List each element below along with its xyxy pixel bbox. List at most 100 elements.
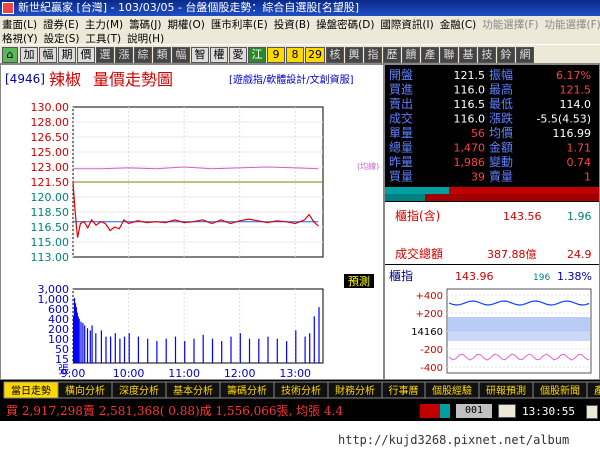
toolbar-button-23[interactable]: 基	[459, 47, 477, 63]
volume-bar-27	[193, 338, 195, 363]
toolbar-button-18[interactable]: 指	[364, 47, 382, 63]
price-tick-9: 115.00	[31, 236, 70, 249]
toolbar-button-14[interactable]: 8	[286, 47, 304, 63]
volume-bar-20	[128, 333, 130, 363]
toolbar-button-20[interactable]: 饋	[402, 47, 420, 63]
price-tick-1: 128.00	[31, 116, 70, 129]
volume-bar-25	[174, 336, 177, 363]
trade-summary-bar: 買 2,917,298賣 2,581,368( 0.88)成 1,556,066…	[0, 401, 600, 421]
otc-band-upper	[448, 317, 590, 331]
menu-item-1[interactable]: 證券(E)	[43, 17, 79, 32]
toolbar-button-0[interactable]: 加	[20, 47, 38, 63]
bid-ask-bar-4	[425, 194, 599, 201]
tab-2[interactable]: 深度分析	[119, 384, 159, 397]
status-block-cyan	[440, 404, 450, 418]
otc-value: 143.96	[455, 270, 494, 283]
status-slider-icon[interactable]	[498, 404, 516, 418]
menu-item-7[interactable]: 操盤密碼(D)	[316, 17, 374, 32]
otc-tick-0: +400	[416, 291, 443, 302]
tab-11[interactable]: 產業分析	[594, 384, 600, 397]
menu-item-10[interactable]: 功能選擇(F)	[482, 17, 538, 32]
price-tick-7: 118.50	[31, 206, 70, 219]
toolbar-button-22[interactable]: 聯	[440, 47, 458, 63]
toolbar-button-9[interactable]: 智	[191, 47, 209, 63]
volume-bar-33	[248, 338, 251, 363]
quote-label2-3: 漲跌	[489, 111, 513, 126]
tab-3[interactable]: 基本分析	[173, 384, 213, 397]
volume-bar-13	[95, 333, 97, 363]
quote-value-7: 39	[471, 171, 485, 184]
tab-4[interactable]: 籌碼分析	[227, 384, 267, 397]
index-pct: 1.96	[567, 210, 592, 223]
quote-value2-2: 114.0	[560, 98, 592, 111]
menu-item-4[interactable]: 期權(O)	[167, 17, 204, 32]
menu-item-3[interactable]: 籌碼(J)	[129, 17, 161, 32]
toolbar-button-25[interactable]: 鈴	[497, 47, 515, 63]
toolbar-button-1[interactable]: 幅	[39, 47, 57, 63]
price-tick-10: 113.00	[31, 251, 70, 264]
watermark-url: http://kujd3268.pixnet.net/album	[338, 433, 570, 447]
toolbar-button-12[interactable]: 江	[248, 47, 266, 63]
menu-bar: 畫面(L) 證券(E) 主力(M) 籌碼(J) 期權(O) 匯市利率(E) 投資(B) 操盤密…	[0, 16, 600, 45]
toolbar-button-10[interactable]: 權	[210, 47, 228, 63]
toolbar-button-16[interactable]: 核	[326, 47, 344, 63]
toolbar-button-26[interactable]: 網	[516, 47, 534, 63]
tab-0[interactable]: 當日走勢	[11, 384, 51, 397]
quote-value-3: 116.0	[454, 113, 486, 126]
toolbar-button-13[interactable]: 9	[267, 47, 285, 63]
status-code: 001	[456, 404, 492, 418]
tab-8[interactable]: 個股經驗	[432, 384, 472, 397]
tab-6[interactable]: 財務分析	[335, 384, 375, 397]
total-pct: 24.9	[567, 248, 592, 261]
footer: http://kujd3268.pixnet.net/album	[0, 421, 600, 450]
tab-10[interactable]: 個股新聞	[540, 384, 580, 397]
bid-ask-bar-3	[385, 194, 425, 201]
home-icon[interactable]: ⌂	[2, 47, 18, 63]
tab-7[interactable]: 行事曆	[389, 384, 419, 397]
toolbar-button-2[interactable]: 期	[58, 47, 76, 63]
toolbar-button-24[interactable]: 技	[478, 47, 496, 63]
menu-item-2[interactable]: 主力(M)	[85, 17, 123, 32]
time-tick-0: 9:00	[61, 367, 86, 379]
price-chart-panel: [4946] 辣椒 量價走勢圖 [遊戲指/軟體設計/文創資服] 130.00 12…	[0, 64, 384, 380]
quote-value2-1: 121.5	[560, 84, 592, 97]
tab-9[interactable]: 研報預測	[486, 384, 526, 397]
toolbar-button-6[interactable]: 綜	[134, 47, 152, 63]
tab-1[interactable]: 橫向分析	[65, 384, 105, 397]
menu-item-9[interactable]: 金融(C)	[440, 17, 477, 32]
volume-bar-31	[230, 336, 232, 363]
predict-button[interactable]: 預測	[348, 274, 370, 288]
otc-label: 櫃指	[389, 268, 413, 283]
menu-item-11[interactable]: 功能選擇(F)	[544, 17, 600, 32]
volume-bar-34	[258, 338, 260, 363]
time-tick-3: 12:00	[224, 367, 256, 379]
clock: 13:30:55	[520, 405, 577, 419]
toolbar-button-3[interactable]: 價	[77, 47, 95, 63]
menu-item-8[interactable]: 國際資訊(I)	[380, 17, 433, 32]
tab-5[interactable]: 技術分析	[281, 384, 321, 397]
toolbar-button-4[interactable]: 選	[96, 47, 114, 63]
toolbar-button-7[interactable]: 類	[153, 47, 171, 63]
quote-label2-1: 最高	[489, 82, 513, 97]
volume-bar-41	[313, 316, 315, 363]
toolbar-button-17[interactable]: 輿	[345, 47, 363, 63]
chart-title: 量價走勢圖	[93, 70, 173, 89]
toolbar-button-19[interactable]: 歷	[383, 47, 401, 63]
menu-item-5[interactable]: 匯市利率(E)	[211, 17, 268, 32]
analysis-tabs: 當日走勢 橫向分析 深度分析 基本分析 籌碼分析 技術分析 財務分析 行事曆 個股經驗 研報預測 個…	[0, 380, 600, 401]
volume-bar-37	[286, 341, 288, 363]
volume-bar-7	[80, 321, 82, 363]
otc-band-lower	[448, 331, 590, 341]
toolbar-button-21[interactable]: 產	[421, 47, 439, 63]
toolbar-button-11[interactable]: 愛	[229, 47, 247, 63]
quote-label2-0: 振幅	[489, 67, 513, 82]
menu-item-6[interactable]: 投資(B)	[274, 17, 310, 32]
quote-value2-5: 1.71	[567, 142, 592, 155]
toolbar-button-8[interactable]: 幅	[172, 47, 190, 63]
price-tick-5: 121.50	[31, 176, 70, 189]
close-panel-icon[interactable]	[586, 405, 598, 419]
category-links[interactable]: [遊戲指/軟體設計/文創資服]	[229, 73, 354, 86]
toolbar-button-5[interactable]: 漲	[115, 47, 133, 63]
menu-item-0[interactable]: 畫面(L)	[2, 17, 37, 32]
toolbar-button-15[interactable]: 29	[305, 47, 325, 63]
